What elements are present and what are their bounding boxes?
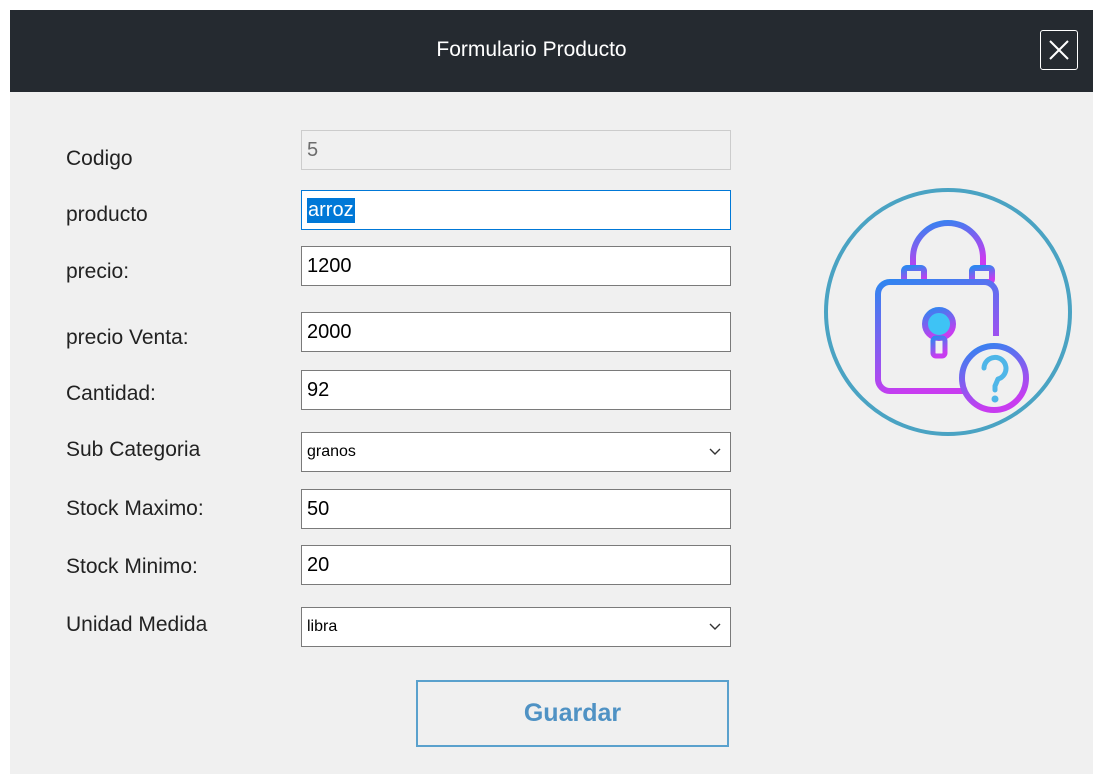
stock-maximo-label: Stock Maximo: (66, 497, 204, 520)
producto-field[interactable]: arroz (301, 190, 731, 230)
codigo-label: Codigo (66, 147, 133, 170)
sub-categoria-label: Sub Categoria (66, 438, 201, 461)
chevron-down-icon (709, 623, 721, 630)
unidad-medida-select[interactable]: libra (301, 607, 731, 647)
sub-categoria-value: granos (307, 443, 356, 460)
background-window-strip (0, 0, 1093, 10)
unidad-medida-label: Unidad Medida (66, 613, 208, 636)
precio-venta-label: precio Venta: (66, 326, 189, 349)
unidad-medida-value: libra (307, 618, 338, 635)
product-form-window: Formulario Producto Codigo producto arro… (10, 10, 1093, 774)
close-icon (1049, 40, 1069, 60)
producto-label: producto (66, 203, 148, 226)
window-title: Formulario Producto (436, 38, 627, 61)
title-bar: Formulario Producto (10, 10, 1093, 92)
stock-maximo-field[interactable] (301, 489, 731, 529)
close-button[interactable] (1040, 30, 1078, 70)
precio-venta-field[interactable] (301, 312, 731, 352)
precio-label: precio: (66, 260, 130, 283)
stock-minimo-label: Stock Minimo: (66, 555, 198, 578)
chevron-down-icon (709, 448, 721, 455)
cantidad-label: Cantidad: (66, 382, 156, 405)
padlock-question-icon (822, 186, 1074, 438)
codigo-field (301, 130, 731, 170)
sub-categoria-select[interactable]: granos (301, 432, 731, 472)
stock-minimo-field[interactable] (301, 545, 731, 585)
producto-value: arroz (307, 197, 355, 223)
cantidad-field[interactable] (301, 370, 731, 410)
precio-field[interactable] (301, 246, 731, 286)
guardar-button[interactable]: Guardar (416, 680, 729, 747)
